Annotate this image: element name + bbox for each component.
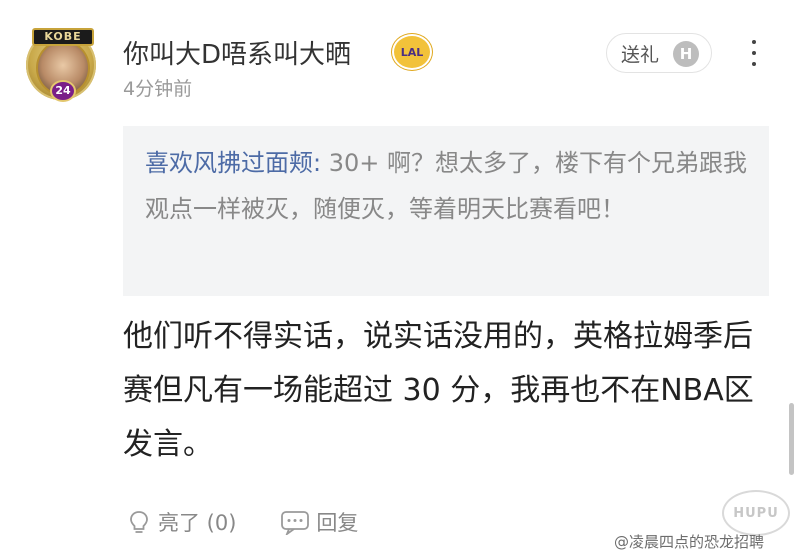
quoted-reply[interactable]: 喜欢风拂过面颊: 30+ 啊？想太多了，楼下有个兄弟跟我观点一样被灭，随便灭，等… — [123, 126, 769, 296]
like-button[interactable]: 亮了 (0) — [126, 507, 236, 537]
avatar-number-badge: 24 — [50, 80, 76, 102]
avatar-kobe-label: KOBE — [32, 28, 94, 46]
username[interactable]: 你叫大D唔系叫大晒 — [123, 34, 351, 71]
gift-button[interactable]: 送礼 H — [606, 33, 712, 73]
scrollbar[interactable] — [789, 403, 794, 475]
reply-label: 回复 — [316, 511, 359, 535]
lightbulb-icon — [130, 511, 148, 533]
hupu-coin-icon: H — [673, 41, 699, 67]
team-badge-icon: LAL — [392, 34, 432, 70]
reply-button[interactable]: 回复 — [280, 507, 358, 537]
hupu-watermark-logo: HUPU — [722, 490, 790, 536]
quoted-username[interactable]: 喜欢风拂过面颊: — [145, 149, 321, 177]
more-dot — [752, 39, 756, 44]
post-time: 4分钟前 — [123, 78, 193, 100]
more-dot — [752, 62, 756, 67]
like-label: 亮了 (0) — [158, 511, 237, 535]
comment-actions: 亮了 (0) 回复 — [126, 505, 402, 539]
user-avatar[interactable]: KOBE 24 — [26, 28, 96, 102]
more-options-icon[interactable] — [748, 36, 760, 70]
watermark-text: @凌晨四点的恐龙招聘 — [614, 533, 765, 551]
more-dot — [752, 50, 756, 55]
comment-bubble-icon — [281, 511, 310, 535]
comment-text: 他们听不得实话，说实话没用的，英格拉姆季后赛但凡有一场能超过 30 分，我再也不… — [123, 319, 754, 462]
gift-button-label: 送礼 — [621, 43, 660, 66]
